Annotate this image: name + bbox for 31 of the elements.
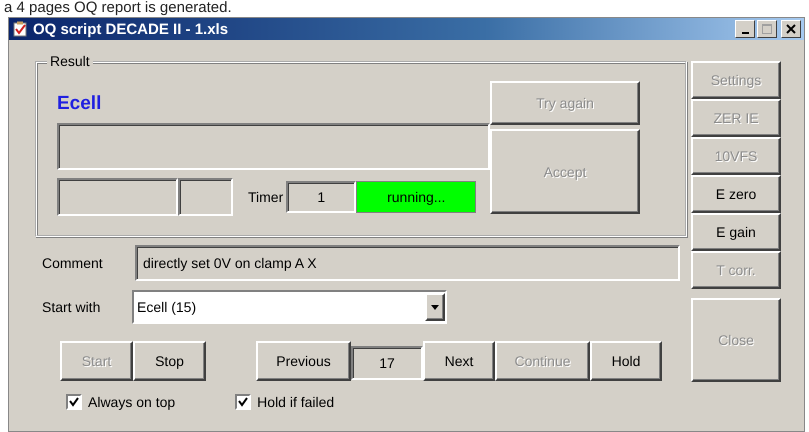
checkbox[interactable]	[66, 394, 82, 410]
previous-button[interactable]: Previous	[256, 341, 351, 381]
step-field: 17	[351, 346, 423, 380]
minimize-button[interactable]	[735, 20, 755, 38]
maximize-icon	[762, 24, 772, 34]
side-button[interactable]: E zero	[691, 175, 781, 213]
hold-button[interactable]: Hold	[590, 341, 662, 381]
comment-field: directly set 0V on clamp A X	[135, 244, 680, 280]
close-icon	[786, 24, 796, 34]
unit-field	[178, 178, 233, 216]
checkbox[interactable]	[235, 394, 252, 410]
start-with-dropdown[interactable]: Ecell (15)	[132, 290, 447, 324]
test-name: Ecell	[57, 93, 102, 116]
stop-button[interactable]: Stop	[133, 341, 206, 381]
clipboard-check-icon	[12, 21, 28, 37]
close-button[interactable]	[781, 20, 801, 38]
start-with-label: Start with	[41, 299, 102, 315]
group-label: Result	[47, 53, 93, 69]
dropdown-arrow-icon	[431, 304, 439, 310]
checkbox-label: Always on top	[88, 394, 176, 410]
next-button[interactable]: Next	[423, 341, 495, 381]
window-title: OQ script DECADE II - 1.xls	[33, 20, 230, 38]
timer-field: 1	[286, 181, 356, 213]
checkbox-label: Hold if failed	[257, 394, 334, 410]
timer-label: Timer	[248, 189, 284, 205]
minimize-icon	[742, 32, 748, 34]
side-button[interactable]: E gain	[691, 213, 781, 251]
status-indicator: running...	[356, 181, 476, 213]
maximize-button[interactable]	[757, 20, 777, 38]
comment-label: Comment	[41, 254, 104, 270]
caption-text: a 4 pages OQ report is generated.	[4, 0, 233, 17]
